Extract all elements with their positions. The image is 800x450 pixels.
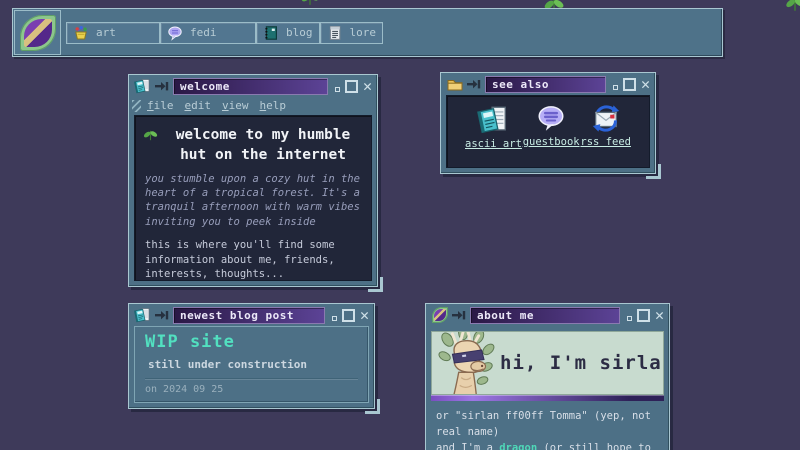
window-title: about me [470,307,620,324]
nav-label: fedi [190,26,217,39]
leaf-decoration [300,0,320,6]
notepad-icon [134,78,151,95]
close-button[interactable]: ✕ [363,80,372,93]
nav-label: lore [350,26,377,39]
leaf-logo-icon [20,15,56,51]
nav-label: art [96,26,116,39]
resize-handle[interactable] [368,277,383,292]
window-controls: ✕ [613,78,650,91]
fedi-speech-bubble-icon [167,25,183,41]
menu-view[interactable]: view [222,99,249,112]
window-title: newest blog post [173,307,325,324]
dragon-avatar [438,331,496,395]
menu-bar: file edit view help [129,97,377,115]
menu-edit[interactable]: edit [185,99,212,112]
site-logo-button[interactable] [14,10,61,55]
nav-button-fedi[interactable]: fedi [160,22,256,44]
maximize-button[interactable] [637,309,650,322]
about-line1: or "sirlan ff00ff Tomma" (yep, not real … [436,410,651,438]
welcome-window: welcome ✕ file edit view help welcome to… [128,74,378,287]
blog-notebook-icon [263,25,279,41]
welcome-heading: welcome to my humble hut on the internet [163,126,363,165]
see-also-content: ascii art guestbook rss feed [446,95,650,168]
welcome-titlebar[interactable]: welcome ✕ [129,75,377,97]
nav-button-grid: art fedi blog lore [66,22,383,44]
nav-label: blog [286,26,313,39]
menu-help[interactable]: help [260,99,287,112]
notepad-icon [477,104,509,135]
blog-post-title: WIP site [145,332,358,352]
see-also-titlebar[interactable]: see also ✕ [441,73,655,95]
speech-bubble-icon [535,104,567,133]
welcome-flavor-text: you stumble upon a cozy hut in the heart… [135,169,371,232]
window-title: welcome [173,78,328,95]
close-button[interactable]: ✕ [655,309,664,322]
menu-file[interactable]: file [147,99,174,112]
desktop: art fedi blog lore welcome [0,0,800,450]
minimize-button[interactable] [613,85,618,90]
welcome-content: welcome to my humble hut on the internet… [134,115,372,281]
window-controls: ✕ [627,309,664,322]
dragon-link[interactable]: dragon [499,442,537,450]
about-banner: hi, I'm sirlan [431,331,664,395]
see-also-window: see also ✕ ascii art guestbook rss feed [440,72,656,174]
art-icon [73,25,89,41]
about-heading: hi, I'm sirlan [500,352,664,374]
close-button[interactable]: ✕ [641,78,650,91]
link-guestbook[interactable]: guestbook [523,104,580,163]
nav-button-art[interactable]: art [66,22,160,44]
rss-envelope-icon [590,104,622,133]
pin-icon[interactable] [467,78,481,90]
pin-icon[interactable] [452,309,466,321]
link-ascii-art[interactable]: ascii art [465,104,522,163]
leaf-decoration [784,0,800,12]
pin-icon[interactable] [155,80,169,92]
window-controls: ✕ [332,309,369,322]
link-label: guestbook [523,136,580,148]
leaf-icon [143,129,158,142]
maximize-button[interactable] [623,78,636,91]
minimize-button[interactable] [335,87,340,92]
minimize-button[interactable] [627,316,632,321]
blog-post-subtitle: still under construction [145,352,358,378]
nav-button-blog[interactable]: blog [256,22,320,44]
about-body-text: or "sirlan ff00ff Tomma" (yep, not real … [426,401,669,450]
window-title: see also [485,76,606,93]
close-button[interactable]: ✕ [360,309,369,322]
top-nav-bar: art fedi blog lore [12,8,723,57]
nav-button-lore[interactable]: lore [320,22,384,44]
maximize-button[interactable] [345,80,358,93]
minimize-button[interactable] [332,316,337,321]
about-me-window: about me ✕ hi, I'm sirlan or "sirlan ff0… [425,303,670,450]
link-label: rss feed [580,136,631,148]
welcome-body-text: this is where you'll find some informati… [135,232,371,281]
blog-post-content: WIP site still under construction on 202… [134,326,369,403]
newest-blog-post-window: newest blog post ✕ WIP site still under … [128,303,375,409]
resize-handle[interactable] [646,164,661,179]
about-line2-pre: and I'm a [436,442,499,450]
resize-handle[interactable] [365,399,380,414]
lore-document-icon [327,25,343,41]
folder-icon [446,76,463,93]
blog-titlebar[interactable]: newest blog post ✕ [129,304,374,326]
link-label: ascii art [465,138,522,150]
maximize-button[interactable] [342,309,355,322]
about-titlebar[interactable]: about me ✕ [426,304,669,326]
link-rss-feed[interactable]: rss feed [580,104,631,163]
pin-icon[interactable] [155,309,169,321]
leaf-logo-icon [431,307,448,324]
notepad-icon [134,307,151,324]
window-controls: ✕ [335,80,372,93]
blog-post-date: on 2024 09 25 [145,379,358,395]
